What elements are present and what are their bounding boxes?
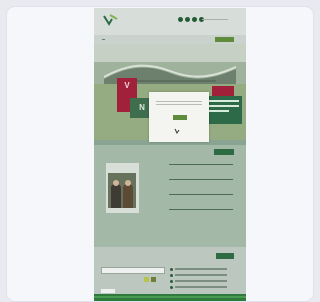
news-divider (169, 209, 233, 210)
person-figure (123, 184, 133, 208)
event-list-text (175, 280, 227, 282)
news-item[interactable] (169, 163, 233, 165)
event-list-text (175, 268, 227, 270)
modal-accept-button[interactable] (173, 115, 187, 120)
logo-icon[interactable] (102, 13, 120, 27)
event-list-text (175, 286, 227, 288)
social-icon-3[interactable] (192, 17, 197, 22)
screenshot-frame: V N (6, 6, 314, 302)
small-input[interactable] (101, 289, 115, 293)
news-more-button[interactable] (214, 149, 234, 155)
hero-red-accent (212, 86, 234, 96)
event-list-item[interactable] (170, 285, 228, 289)
hero-right-banner (204, 96, 242, 124)
news-divider (169, 164, 233, 165)
news-item[interactable] (169, 208, 233, 210)
bullet-icon (170, 268, 173, 271)
filter-chip[interactable] (151, 277, 156, 282)
news-divider (169, 194, 233, 195)
event-list-item[interactable] (170, 267, 228, 271)
news-item[interactable] (169, 178, 233, 180)
hero-banner-text-line (207, 110, 229, 112)
link-select[interactable] (101, 267, 165, 274)
bullet-icon (170, 274, 173, 277)
filter-chip[interactable] (144, 277, 149, 282)
event-photo (108, 173, 136, 208)
event-list-text (175, 274, 227, 276)
cookie-consent-modal (149, 92, 209, 142)
news-item[interactable] (169, 193, 233, 195)
hero-banner-text-line (207, 105, 239, 107)
menu-icon[interactable] (102, 39, 105, 40)
social-icon-2[interactable] (185, 17, 190, 22)
bullet-icon (170, 286, 173, 289)
header-link-placeholder[interactable] (202, 19, 228, 20)
site-footer (94, 294, 246, 301)
news-divider (169, 179, 233, 180)
person-head (113, 180, 119, 186)
event-card[interactable] (106, 163, 139, 213)
person-head (125, 180, 131, 186)
person-figure (111, 184, 121, 208)
event-list-item[interactable] (170, 279, 228, 283)
event-list-item[interactable] (170, 273, 228, 277)
content-section (94, 145, 246, 247)
events-list-button[interactable] (216, 253, 234, 259)
website-page: V N (94, 8, 246, 301)
bullet-icon (170, 280, 173, 283)
social-icon-1[interactable] (178, 17, 183, 22)
links-section (94, 247, 246, 294)
nav-cta-button[interactable] (215, 37, 234, 42)
modal-text-line (156, 101, 202, 102)
hero-banner-text-line (207, 100, 239, 102)
top-nav-bar (94, 35, 246, 44)
modal-logo-icon (174, 128, 180, 134)
modal-text-line (156, 104, 202, 105)
footer-stripe (94, 296, 246, 298)
site-header (94, 8, 246, 35)
